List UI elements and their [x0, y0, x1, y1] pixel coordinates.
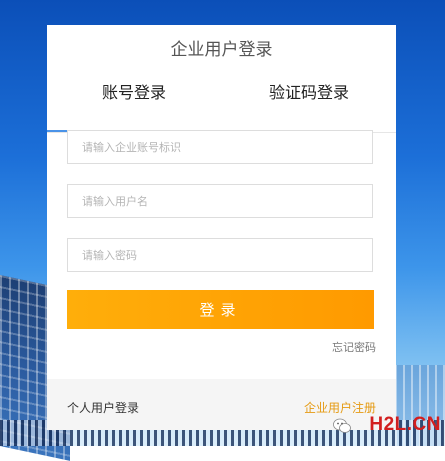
watermark-logo: H2L.CN: [369, 414, 441, 435]
enterprise-id-input[interactable]: [67, 130, 373, 164]
tab-code-login[interactable]: 验证码登录: [222, 78, 396, 131]
login-tabs: 账号登录 验证码登录: [47, 78, 396, 133]
login-button[interactable]: 登录: [67, 290, 374, 329]
username-input[interactable]: [67, 184, 373, 218]
wechat-icon: [333, 418, 351, 433]
password-input[interactable]: [67, 238, 373, 272]
tab-account-login[interactable]: 账号登录: [47, 78, 221, 131]
login-card: 企业用户登录 账号登录 验证码登录 登录 忘记密码 个人用户登录 企业用户注册: [47, 25, 396, 430]
personal-login-link[interactable]: 个人用户登录: [67, 399, 139, 416]
forgot-password-link[interactable]: 忘记密码: [332, 339, 376, 355]
page-title: 企业用户登录: [170, 40, 273, 60]
enterprise-register-link[interactable]: 企业用户注册: [304, 399, 376, 416]
